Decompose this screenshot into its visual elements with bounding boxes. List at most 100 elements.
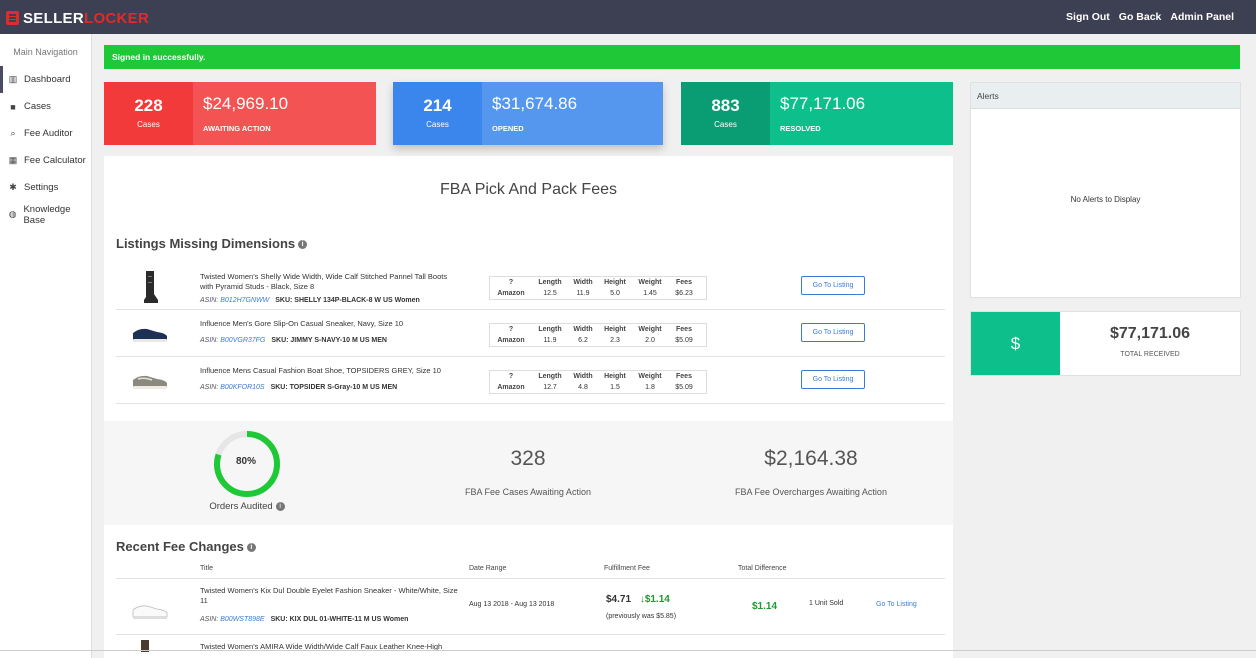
calculator-icon: ▦ (8, 155, 18, 165)
table-row: Twisted Women's Kix Dul Double Eyelet Fa… (116, 580, 945, 635)
chart-icon: ▥ (8, 74, 18, 84)
recent-fee-changes-heading: Recent Fee Changes i (116, 539, 256, 554)
sidebar-heading: Main Navigation (13, 47, 78, 57)
dim-weight: 1.45 (643, 290, 657, 297)
fee-delta: $1.14 (644, 594, 670, 605)
stat-amount: $77,171.06 (780, 94, 866, 113)
dim-length: 11.9 (543, 337, 557, 344)
table-row: Twisted Women's AMIRA Wide Width/Wide Ca… (116, 636, 945, 658)
fee-cases-label: FBA Fee Cases Awaiting Action (465, 487, 591, 497)
sidebar: Main Navigation ▥ Dashboard ■ Cases ⌕ Fe… (0, 34, 92, 658)
info-icon[interactable]: i (275, 501, 285, 511)
dim-header-width: Width (573, 373, 593, 380)
go-to-listing-button[interactable]: Go To Listing (801, 323, 865, 342)
sidebar-item-label: Dashboard (24, 74, 71, 85)
current-fee: $4.71 (606, 594, 632, 605)
asin-link[interactable]: B012H7GNWW (220, 297, 269, 304)
sidebar-item-fee-auditor[interactable]: ⌕ Fee Auditor (0, 120, 91, 147)
go-to-listing-link[interactable]: Go To Listing (876, 601, 917, 608)
dim-header-width: Width (573, 279, 593, 286)
go-to-listing-button[interactable]: Go To Listing (801, 276, 865, 295)
briefcase-icon: ■ (10, 101, 16, 112)
dim-header-weight: Weight (638, 326, 662, 333)
asin-label: ASIN: (200, 297, 219, 304)
help-icon[interactable]: ? (490, 277, 532, 288)
dimensions-table: ? Length Width Height Weight Fees Amazon… (489, 276, 707, 300)
total-received-label: TOTAL RECEIVED (1120, 351, 1180, 358)
stat-status: OPENED (492, 124, 524, 133)
asin-link[interactable]: B00KFOR10S (220, 384, 264, 391)
info-icon[interactable]: i (298, 240, 308, 250)
sku-text: SKU: SHELLY 134P-BLACK-8 W US Women (275, 297, 420, 304)
units-sold: 1 Unit Sold (809, 600, 844, 607)
dim-header-fees: Fees (676, 279, 692, 286)
gear-icon: ✱ (9, 182, 17, 192)
dim-height: 5.0 (610, 290, 620, 297)
orders-audited-label: Orders Audited i (192, 501, 302, 512)
dim-header-length: Length (538, 326, 562, 333)
sneaker-thumbnail (132, 605, 168, 619)
sidebar-item-cases[interactable]: ■ Cases (0, 93, 91, 120)
asin-link[interactable]: B00VGR37FG (220, 337, 265, 344)
dim-width: 11.9 (576, 290, 590, 297)
dim-source: Amazon (497, 337, 525, 344)
dim-source: Amazon (497, 384, 525, 391)
stat-count-block: 883 Cases (681, 82, 770, 145)
dim-fees: $5.09 (675, 384, 693, 391)
stat-card-awaiting[interactable]: 228 Cases $24,969.10 AWAITING ACTION (104, 82, 376, 145)
help-icon[interactable]: ? (490, 371, 532, 382)
listing-meta: ASIN: B00VGR37FG SKU: JIMMY S-NAVY-10 M … (200, 337, 387, 344)
stat-card-opened[interactable]: 214 Cases $31,674.86 OPENED (393, 82, 663, 145)
top-bar: SELLER LOCKER Sign Out Go Back Admin Pan… (0, 0, 1256, 34)
dim-header-weight: Weight (638, 373, 662, 380)
date-range: Aug 13 2018 - Aug 13 2018 (469, 601, 555, 608)
col-fulfillment-fee: Fulfillment Fee (604, 565, 650, 572)
dimensions-table: ? Length Width Height Weight Fees Amazon… (489, 323, 707, 347)
stat-card-resolved[interactable]: 883 Cases $77,171.06 RESOLVED (681, 82, 953, 145)
top-links: Sign Out Go Back Admin Panel (1066, 11, 1234, 23)
sku-text: SKU: JIMMY S-NAVY-10 M US MEN (271, 337, 387, 344)
dim-header-height: Height (604, 373, 626, 380)
dollar-icon: $ (971, 312, 1060, 375)
sidebar-item-knowledge-base[interactable]: ◍ Knowledge Base (0, 201, 91, 228)
logo-icon (6, 11, 19, 25)
fee-overcharges-label: FBA Fee Overcharges Awaiting Action (735, 487, 887, 497)
logo[interactable]: SELLER LOCKER (6, 8, 149, 28)
dim-length: 12.7 (543, 384, 557, 391)
sidebar-item-fee-calculator[interactable]: ▦ Fee Calculator (0, 147, 91, 174)
listing-meta: ASIN: B00KFOR10S SKU: TOPSIDER S-Gray-10… (200, 384, 397, 391)
sign-out-link[interactable]: Sign Out (1066, 11, 1110, 23)
asin-link[interactable]: B00WST898E (220, 616, 264, 623)
dim-header-fees: Fees (676, 373, 692, 380)
brand-name-part2: LOCKER (83, 9, 150, 27)
fee-cases-count: 328 (510, 447, 546, 470)
recent-item-meta: ASIN: B00WST898E SKU: KIX DUL 01-WHITE-1… (200, 616, 408, 623)
sidebar-item-dashboard[interactable]: ▥ Dashboard (0, 66, 91, 93)
globe-icon: ◍ (8, 209, 17, 219)
dim-weight: 2.0 (645, 337, 655, 344)
audit-summary: 80% Orders Audited i 328 FBA Fee Cases Aw… (104, 421, 953, 525)
sidebar-item-label: Settings (24, 182, 59, 193)
col-date-range: Date Range (469, 565, 507, 572)
info-icon[interactable]: i (246, 543, 256, 553)
dim-header-height: Height (604, 279, 626, 286)
dim-header-height: Height (604, 326, 626, 333)
go-back-link[interactable]: Go Back (1119, 11, 1162, 23)
asin-label: ASIN: (200, 384, 219, 391)
boot-thumbnail (144, 271, 158, 303)
help-icon[interactable]: ? (490, 324, 532, 335)
col-title: Title (200, 565, 213, 572)
dimensions-table: ? Length Width Height Weight Fees Amazon… (489, 370, 707, 394)
stat-amount: $31,674.86 (492, 94, 578, 113)
listing-row: Twisted Women's Shelly Wide Width, Wide … (116, 264, 945, 310)
asin-label: ASIN: (200, 616, 219, 623)
sidebar-item-settings[interactable]: ✱ Settings (0, 174, 91, 201)
sidebar-item-label: Cases (24, 101, 51, 112)
recent-item-title: Twisted Women's Kix Dul Double Eyelet Fa… (200, 586, 458, 605)
stat-status: RESOLVED (780, 124, 821, 133)
go-to-listing-button[interactable]: Go To Listing (801, 370, 865, 389)
stat-count: 214 (423, 96, 452, 115)
sku-text: SKU: KIX DUL 01-WHITE-11 M US Women (270, 616, 409, 623)
listing-title: Influence Men's Gore Slip-On Casual Snea… (200, 319, 404, 328)
admin-panel-link[interactable]: Admin Panel (1170, 11, 1234, 23)
